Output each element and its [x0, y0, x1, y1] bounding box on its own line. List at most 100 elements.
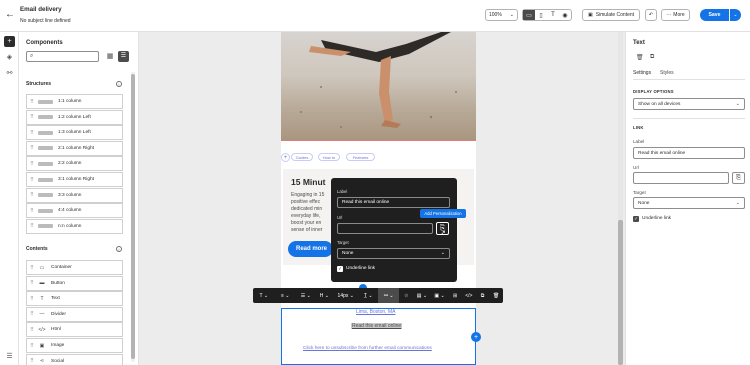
content-item[interactable]: ⠿ ▭ Container: [26, 260, 123, 275]
unsubscribe-link[interactable]: Click here to unsubscribe from further e…: [303, 346, 432, 351]
delete-icon[interactable]: 🗑: [489, 288, 503, 303]
canvas-scrollbar-thumb[interactable]: [618, 220, 623, 365]
structure-item[interactable]: ⠿ 3:3 column: [26, 187, 123, 203]
drag-handle-icon[interactable]: ⠿: [29, 280, 35, 286]
content-item[interactable]: ⠿ ▬ Button: [26, 275, 123, 291]
undo-button[interactable]: ↶: [645, 9, 657, 21]
drag-handle-icon[interactable]: ⠿: [29, 114, 35, 120]
url-input[interactable]: [633, 172, 729, 184]
drag-handle-icon[interactable]: ⠿: [29, 358, 35, 364]
drag-handle-icon[interactable]: ⠿: [29, 208, 35, 214]
link-insert-icon[interactable]: ⚯ ⌄: [378, 288, 400, 303]
popover-label-input[interactable]: Read this email online: [337, 197, 450, 208]
add-block-icon[interactable]: +: [281, 153, 290, 162]
add-block-plus-icon[interactable]: +: [471, 332, 481, 342]
back-arrow-icon[interactable]: ←: [5, 9, 15, 20]
unlink-icon[interactable]: ⊘: [399, 288, 413, 303]
tab-styles[interactable]: Styles: [660, 70, 674, 76]
tab-styles-label: Styles: [660, 70, 674, 76]
personalization-button[interactable]: ⎘: [732, 172, 745, 184]
tab-settings-label: Settings: [633, 70, 652, 76]
structure-item[interactable]: ⠿ 4:4 column: [26, 203, 123, 219]
structure-item[interactable]: ⠿ 1:3 column Left: [26, 125, 123, 141]
drag-handle-icon[interactable]: ⠿: [29, 223, 35, 229]
drag-handle-icon[interactable]: ⠿: [29, 311, 35, 317]
target-select[interactable]: None ⌄: [633, 197, 745, 209]
copy-icon[interactable]: ⧉: [650, 54, 654, 61]
list-icon[interactable]: ☰ ⌄: [296, 288, 316, 303]
nav-link-label: How to: [322, 154, 336, 160]
text-style-icon[interactable]: T ⌄: [253, 288, 274, 303]
structure-item[interactable]: ⠿ n:n column: [26, 218, 123, 234]
grid-view-icon[interactable]: ▦: [105, 52, 115, 62]
font-size-select[interactable]: 14px ⌄: [333, 288, 358, 303]
zoom-select[interactable]: 100% ⌄: [485, 9, 518, 21]
preview-eye-icon[interactable]: ◉: [559, 10, 571, 20]
content-item[interactable]: ⠿ — Divider: [26, 306, 123, 322]
drag-handle-icon[interactable]: ⠿: [29, 296, 35, 302]
content-item[interactable]: ⠿ T Text: [26, 291, 123, 307]
drag-handle-icon[interactable]: ⠿: [29, 343, 35, 349]
image-insert-icon[interactable]: ▣ ⌄: [431, 288, 449, 303]
page-title: Email delivery: [20, 6, 62, 13]
drag-handle-icon[interactable]: ⠿: [29, 130, 35, 136]
more-button[interactable]: ··· More: [661, 9, 690, 21]
content-item[interactable]: ⠿ ▣ Image: [26, 338, 123, 353]
structure-item[interactable]: ⠿ 2:2 column: [26, 156, 123, 172]
popover-url-input[interactable]: [337, 223, 433, 234]
content-item[interactable]: ⠿ </> Html: [26, 322, 123, 338]
insert-icon[interactable]: ⊞: [448, 288, 462, 303]
drag-handle-icon[interactable]: ⠿: [29, 145, 35, 151]
search-input[interactable]: ⌕: [26, 51, 99, 62]
scrollbar-track[interactable]: [131, 72, 135, 362]
desktop-view-icon[interactable]: ▭: [523, 10, 535, 20]
info-icon[interactable]: i: [116, 246, 122, 252]
panel-title: Text: [633, 40, 645, 46]
structure-label: 1:1 column: [58, 99, 82, 104]
code-icon[interactable]: </>: [462, 288, 476, 303]
mobile-view-icon[interactable]: ▯: [535, 10, 547, 20]
add-components-icon[interactable]: +: [4, 36, 15, 47]
drag-handle-icon[interactable]: ⠿: [29, 99, 35, 105]
popover-target-select[interactable]: None ⌄: [337, 248, 450, 259]
heading-icon[interactable]: H ⌄: [316, 288, 334, 303]
canvas-scrollbar[interactable]: [618, 32, 623, 365]
text-color-icon[interactable]: T̲ ⌄: [358, 288, 378, 303]
settings-list-icon[interactable]: ☰: [4, 350, 15, 361]
list-view-icon[interactable]: ☰: [118, 51, 129, 62]
read-more-button[interactable]: Read more: [288, 241, 333, 257]
nav-link-how-to[interactable]: How to: [318, 153, 340, 161]
personalize-icon[interactable]: ▤ ⌄: [413, 288, 431, 303]
label-input[interactable]: Read this email online: [633, 147, 745, 159]
layers-icon[interactable]: ◈: [4, 51, 15, 62]
info-icon[interactable]: i: [116, 81, 122, 87]
popover-underline-checkbox[interactable]: ✓: [337, 266, 343, 272]
nav-link-features[interactable]: Features: [346, 153, 375, 161]
display-options-select[interactable]: Show on all devices ⌄: [633, 98, 745, 110]
drag-handle-icon[interactable]: ⠿: [29, 265, 35, 271]
content-item[interactable]: ⠿ ⋖ Social: [26, 353, 123, 365]
underline-checkbox[interactable]: ✓: [633, 216, 639, 222]
structure-item[interactable]: ⠿ 1:1 column: [26, 94, 123, 109]
drag-handle-icon[interactable]: ⠿: [29, 177, 35, 183]
hero-image[interactable]: [281, 32, 476, 140]
save-button[interactable]: Save: [700, 9, 729, 21]
align-icon[interactable]: ≡ ⌄: [274, 288, 295, 303]
drag-handle-icon[interactable]: ⠿: [29, 161, 35, 167]
drag-handle-icon[interactable]: ⠿: [29, 327, 35, 333]
read-online-link[interactable]: Read this email online: [351, 323, 403, 329]
trash-icon[interactable]: 🗑: [636, 54, 644, 61]
text-view-icon[interactable]: T: [547, 10, 559, 20]
structure-item[interactable]: ⠿ 1:2 column Left: [26, 109, 123, 125]
cursor-pointer-icon: ➚: [440, 230, 446, 237]
selected-text-block[interactable]: Read this email online Click here to uns…: [281, 308, 476, 365]
simulate-content-button[interactable]: ▣ Simulate Content: [582, 9, 640, 21]
link-icon[interactable]: ⚯: [4, 67, 15, 78]
nav-link-guides[interactable]: Guides: [291, 153, 313, 161]
save-options-button[interactable]: ⌄: [730, 9, 741, 21]
duplicate-icon[interactable]: ⧉: [476, 288, 490, 303]
structure-item[interactable]: ⠿ 3:1 column Right: [26, 172, 123, 187]
scrollbar-thumb[interactable]: [131, 74, 135, 359]
structure-item[interactable]: ⠿ 2:1 column Right: [26, 140, 123, 156]
drag-handle-icon[interactable]: ⠿: [29, 192, 35, 198]
